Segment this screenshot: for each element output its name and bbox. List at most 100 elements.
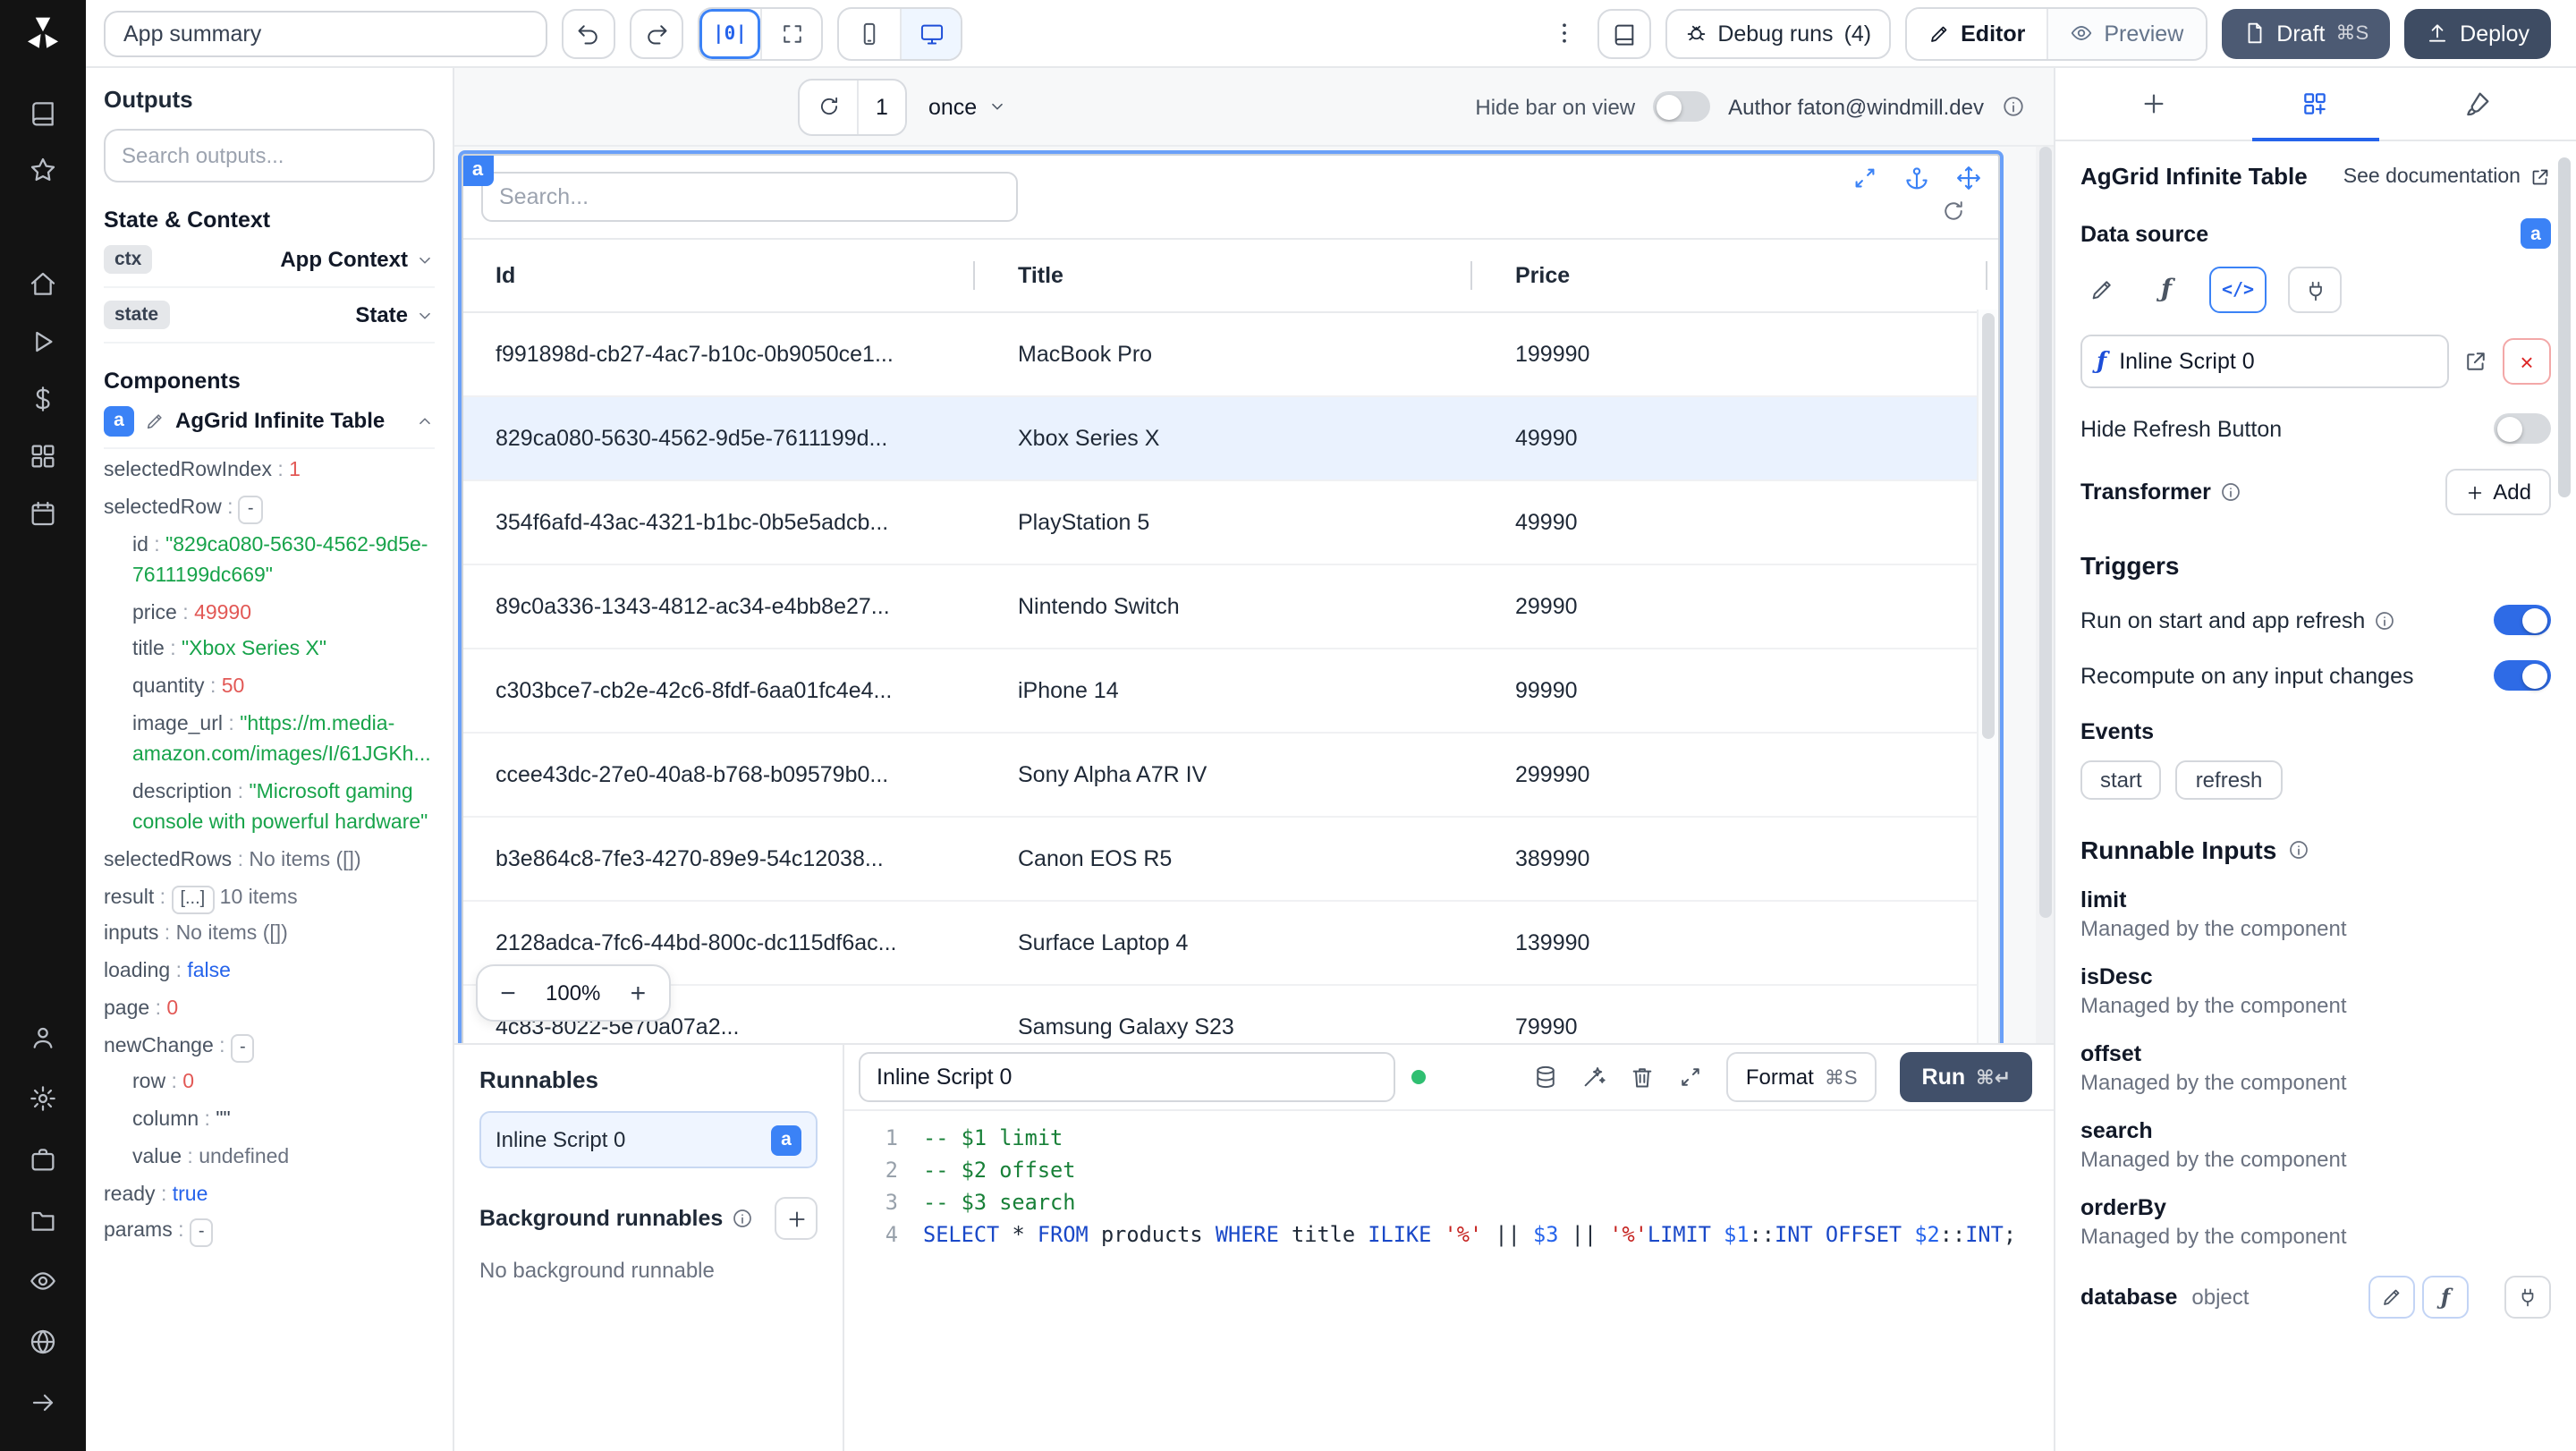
editor-tab[interactable]: Editor (1907, 8, 2047, 58)
tree-expand-chip[interactable]: - (238, 495, 263, 524)
output-tree-row[interactable]: price : 49990 (104, 598, 435, 630)
code-line[interactable]: 3 -- $3 search (844, 1186, 2054, 1218)
calendar-icon[interactable] (14, 487, 72, 540)
database-icon[interactable] (1533, 1065, 1558, 1090)
more-menu-button[interactable] (1546, 8, 1582, 58)
info-icon[interactable] (2374, 609, 2395, 631)
ctx-row[interactable]: ctx App Context (104, 233, 435, 288)
star-icon[interactable] (14, 143, 72, 197)
output-tree-row[interactable]: id : "829ca080-5630-4562-9d5e-7611199dc6… (104, 530, 435, 592)
component-settings-tab[interactable] (2235, 68, 2397, 141)
output-tree-row[interactable]: inputs : No items ([]) (104, 921, 435, 952)
expand-editor-button[interactable] (1678, 1065, 1703, 1090)
component-expand-button[interactable] (1848, 161, 1880, 193)
blocks-icon[interactable] (14, 429, 72, 483)
draft-button[interactable]: Draft ⌘S (2221, 8, 2391, 58)
output-tree-row[interactable]: selectedRowIndex : 1 (104, 456, 435, 488)
event-chip[interactable]: start (2080, 760, 2162, 800)
expand-canvas-button[interactable] (760, 8, 821, 58)
code-editor[interactable]: 1 -- $1 limit 2 -- $2 offset 3 -- $3 search… (844, 1111, 2054, 1451)
windmill-logo-icon[interactable] (23, 14, 63, 54)
table-row[interactable]: ccee43dc-27e0-40a8-b768-b09579b0... Sony… (463, 734, 1998, 818)
play-icon[interactable] (14, 315, 72, 369)
refresh-app-button[interactable] (800, 80, 857, 133)
code-line[interactable]: 1 -- $1 limit (844, 1122, 2054, 1154)
connect-input-button[interactable] (2288, 267, 2342, 313)
eye-icon[interactable] (14, 1254, 72, 1308)
output-tree-row[interactable]: image_url : "https://m.media-amazon.com/… (104, 710, 435, 772)
output-tree-row[interactable]: value : undefined (104, 1143, 435, 1175)
tree-expand-chip[interactable]: - (230, 1033, 255, 1062)
event-chip[interactable]: refresh (2175, 760, 2283, 800)
debug-runs-button[interactable]: Debug runs (4) (1665, 8, 1892, 58)
desktop-view-button[interactable] (900, 8, 961, 58)
styling-tab[interactable] (2396, 68, 2558, 140)
run-on-start-toggle[interactable] (2494, 605, 2551, 635)
gear-icon[interactable] (14, 1072, 72, 1125)
chevron-down-icon[interactable] (415, 250, 435, 269)
preview-tab[interactable]: Preview (2046, 8, 2206, 58)
tree-expand-chip[interactable]: [...] (171, 885, 215, 913)
app-summary-input[interactable] (104, 10, 547, 56)
user-icon[interactable] (14, 1011, 72, 1065)
chevron-up-icon[interactable] (415, 411, 435, 430)
insert-component-tab[interactable] (2073, 68, 2235, 140)
folder-icon[interactable] (14, 1193, 72, 1247)
hide-refresh-toggle[interactable] (2494, 413, 2551, 444)
output-tree-row[interactable]: description : "Microsoft gaming console … (104, 778, 435, 840)
ai-wand-icon[interactable] (1581, 1065, 1606, 1090)
table-row[interactable]: 4c83-8022-5e70a07a2... Samsung Galaxy S2… (463, 986, 1998, 1043)
chevron-down-icon[interactable] (415, 305, 435, 325)
see-documentation-link[interactable]: See documentation (2343, 165, 2551, 187)
table-search-input[interactable] (481, 172, 1018, 222)
box-icon[interactable] (14, 1133, 72, 1186)
globe-icon[interactable] (14, 1315, 72, 1369)
static-input-button[interactable] (2080, 268, 2123, 311)
tree-expand-chip[interactable]: - (189, 1218, 214, 1248)
deploy-button[interactable]: Deploy (2404, 8, 2551, 58)
output-tree-row[interactable]: selectedRow : - (104, 494, 435, 525)
database-edit-button[interactable] (2368, 1276, 2415, 1319)
zoom-in-button[interactable]: + (611, 966, 665, 1020)
code-line[interactable]: 4 SELECT * FROM products WHERE title ILIK… (844, 1218, 2054, 1251)
canvas[interactable]: 1 once Hide bar on view Author faton@win… (454, 68, 2054, 1043)
redo-button[interactable] (630, 8, 683, 58)
table-refresh-button[interactable] (1941, 199, 1966, 224)
pencil-icon[interactable] (145, 411, 165, 430)
column-header-price[interactable]: Price (1483, 240, 1998, 311)
column-header-title[interactable]: Title (986, 240, 1483, 311)
output-tree-row[interactable]: ready : true (104, 1180, 435, 1211)
output-tree-row[interactable]: row : 0 (104, 1069, 435, 1100)
attached-script[interactable]: ƒ Inline Script 0 (2080, 335, 2449, 388)
output-tree-row[interactable]: params : - (104, 1218, 435, 1249)
output-tree-row[interactable]: page : 0 (104, 995, 435, 1026)
state-row[interactable]: state State (104, 288, 435, 344)
code-line[interactable]: 2 -- $2 offset (844, 1154, 2054, 1186)
info-icon[interactable] (2287, 839, 2309, 861)
column-header-id[interactable]: Id (463, 240, 986, 311)
aggrid-component[interactable]: a Id Title Price f991898d-cb27-4ac7-b10c… (458, 150, 2004, 1043)
component-output-row[interactable]: a AgGrid Infinite Table (104, 394, 435, 449)
add-background-runnable-button[interactable] (775, 1197, 818, 1240)
book-icon[interactable] (14, 86, 72, 140)
mobile-view-button[interactable] (839, 8, 900, 58)
undo-button[interactable] (562, 8, 615, 58)
output-tree-row[interactable]: column : "" (104, 1106, 435, 1137)
database-connect-button[interactable] (2504, 1276, 2551, 1319)
script-name-input[interactable] (859, 1052, 1395, 1102)
zoom-out-button[interactable]: − (481, 966, 535, 1020)
recompute-toggle[interactable] (2494, 660, 2551, 691)
open-script-icon[interactable] (2463, 349, 2488, 374)
detach-script-button[interactable]: × (2503, 338, 2551, 385)
output-tree-row[interactable]: quantity : 50 (104, 673, 435, 704)
component-outline-toggle[interactable]: |0| (699, 8, 760, 58)
table-row[interactable]: 354f6afd-43ac-4321-b1bc-0b5e5adcb... Pla… (463, 481, 1998, 565)
inline-script-mode-button[interactable]: </> (2209, 267, 2267, 313)
table-row[interactable]: b3e864c8-7fe3-4270-89e9-54c12038... Cano… (463, 818, 1998, 902)
output-tree-row[interactable]: title : "Xbox Series X" (104, 636, 435, 667)
component-move-handle[interactable] (1952, 161, 1984, 193)
canvas-scrollbar[interactable] (2036, 147, 2054, 1043)
home-icon[interactable] (14, 258, 72, 311)
table-row[interactable]: c303bce7-cb2e-42c6-8fdf-6aa01fc4e4... iP… (463, 649, 1998, 734)
table-row[interactable]: f991898d-cb27-4ac7-b10c-0b9050ce1... Mac… (463, 313, 1998, 397)
